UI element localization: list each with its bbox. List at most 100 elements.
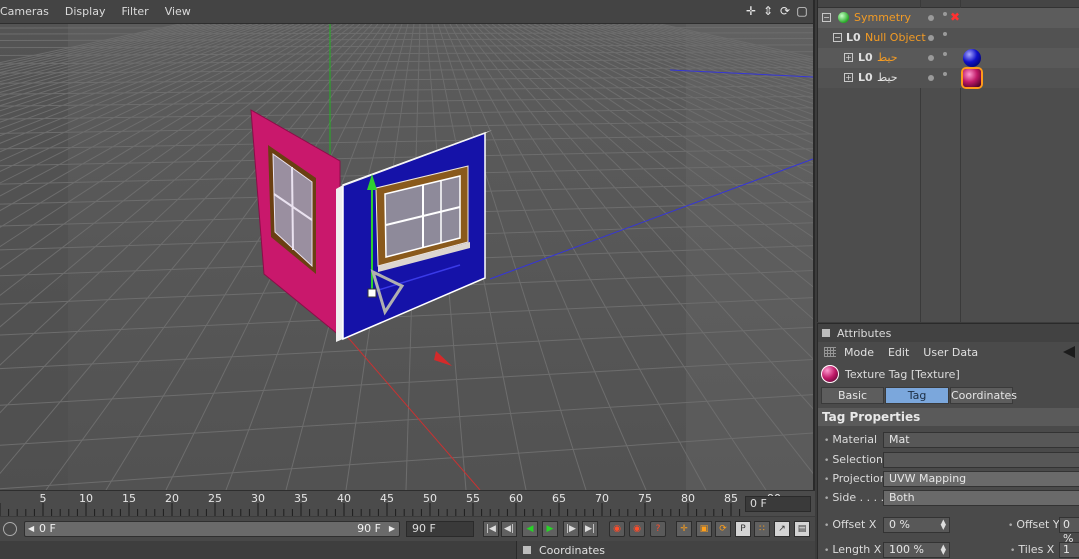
back-arrow-icon[interactable] bbox=[1063, 346, 1075, 358]
object-name[interactable]: حيط bbox=[877, 51, 898, 64]
render-visibility-dot[interactable] bbox=[943, 32, 947, 36]
goto-start-button[interactable]: |◀ bbox=[483, 521, 499, 537]
coordinates-panel-tab[interactable]: Coordinates bbox=[516, 541, 815, 559]
collapse-toggle-icon[interactable]: − bbox=[822, 13, 831, 22]
collapse-toggle-icon[interactable]: − bbox=[833, 33, 842, 42]
selection-field[interactable] bbox=[883, 452, 1079, 468]
move-view-icon[interactable]: ✛ bbox=[744, 4, 758, 18]
projection-select[interactable]: UVW Mapping bbox=[883, 471, 1079, 487]
ruler-tick-label: 5 bbox=[39, 492, 47, 505]
tiles-x-field[interactable]: 1 bbox=[1059, 542, 1079, 558]
length-row: Length X 100 % ▲▼ Tiles X 1 bbox=[818, 541, 1079, 559]
object-name[interactable]: Null Object bbox=[865, 31, 926, 44]
play-backward-button[interactable]: ◀ bbox=[522, 521, 538, 537]
object-row-null[interactable]: − L0 Null Object bbox=[818, 28, 1079, 48]
texture-tag-icon bbox=[821, 365, 839, 383]
length-x-field[interactable]: 100 % ▲ ▼ bbox=[883, 542, 950, 558]
ruler-ticks[interactable] bbox=[0, 491, 742, 517]
next-key-button[interactable]: |▶ bbox=[563, 521, 579, 537]
preview-range-slider[interactable]: ◀ 0 F 90 F ▶ bbox=[24, 521, 400, 537]
expand-toggle-icon[interactable]: + bbox=[844, 73, 853, 82]
menu-filter[interactable]: Filter bbox=[121, 5, 148, 18]
offset-y-field[interactable]: 0 % bbox=[1059, 517, 1079, 545]
material-row: Material Mat bbox=[818, 431, 1079, 449]
object-manager-toolbar bbox=[818, 0, 1079, 8]
current-frame-field[interactable]: 0 F bbox=[745, 496, 811, 512]
gizmo-center bbox=[367, 288, 377, 298]
goto-end-button[interactable]: ▶| bbox=[582, 521, 598, 537]
rotate-view-icon[interactable]: ⟳ bbox=[778, 4, 792, 18]
side-select[interactable]: Both bbox=[883, 490, 1079, 506]
polygon-object-icon: L0 bbox=[858, 71, 873, 84]
disabled-x-icon[interactable]: ✖ bbox=[950, 10, 960, 24]
spinner-icon[interactable]: ▲ ▼ bbox=[941, 519, 946, 531]
record-rotation-icon[interactable]: ⟳ bbox=[715, 521, 731, 537]
zoom-view-icon[interactable]: ⇕ bbox=[761, 4, 775, 18]
panel-grip-icon bbox=[822, 329, 830, 337]
ruler-tick-label: 80 bbox=[681, 492, 695, 505]
object-row-wall-1[interactable]: + L0 حيط bbox=[818, 48, 1079, 68]
play-forward-button[interactable]: ▶ bbox=[542, 521, 558, 537]
ruler-tick-label: 40 bbox=[337, 492, 351, 505]
render-visibility-dot[interactable] bbox=[943, 72, 947, 76]
render-visibility-dot[interactable] bbox=[943, 12, 947, 16]
autokey-icon[interactable]: ◉ bbox=[629, 521, 645, 537]
panel-grip-icon bbox=[523, 546, 531, 554]
expand-toggle-icon[interactable]: + bbox=[844, 53, 853, 62]
viewport-menubar: Cameras Display Filter View ✛ ⇕ ⟳ ▢ bbox=[0, 0, 813, 24]
pink-material-tag-icon[interactable] bbox=[963, 69, 981, 87]
tiles-x-label: Tiles X bbox=[1010, 543, 1054, 556]
timeline-window-icon[interactable]: ▤ bbox=[794, 521, 810, 537]
attributes-header: Attributes bbox=[818, 324, 1079, 342]
object-name[interactable]: Symmetry bbox=[854, 11, 911, 24]
offset-y-label: Offset Y bbox=[1008, 518, 1059, 531]
editor-visibility-dot[interactable] bbox=[928, 75, 934, 81]
blue-material-tag-icon[interactable] bbox=[963, 49, 981, 67]
record-parameter-icon[interactable]: P bbox=[735, 521, 751, 537]
menu-cameras[interactable]: Cameras bbox=[0, 5, 49, 18]
record-pla-icon[interactable]: ∷ bbox=[754, 521, 770, 537]
viewport-panel[interactable]: Cameras Display Filter View ✛ ⇕ ⟳ ▢ bbox=[0, 0, 815, 490]
range-right-arrow-icon[interactable]: ▶ bbox=[389, 524, 395, 533]
ruler-tick-label: 85 bbox=[724, 492, 738, 505]
record-scale-icon[interactable]: ▣ bbox=[696, 521, 712, 537]
keyframe-selection-icon[interactable]: ? bbox=[650, 521, 666, 537]
maximize-view-icon[interactable]: ▢ bbox=[795, 4, 809, 18]
tab-tag[interactable]: Tag bbox=[885, 387, 949, 404]
editor-visibility-dot[interactable] bbox=[928, 15, 934, 21]
range-left-arrow-icon[interactable]: ◀ bbox=[28, 524, 34, 533]
end-frame-field[interactable]: 90 F bbox=[406, 521, 474, 537]
object-row-wall-2[interactable]: + L0 حيط bbox=[818, 68, 1079, 88]
interpolation-icon[interactable]: ↗ bbox=[774, 521, 790, 537]
side-row: Side . . . . Both bbox=[818, 489, 1079, 507]
ruler-tick-label: 25 bbox=[208, 492, 222, 505]
object-row-symmetry[interactable]: − Symmetry ✖ bbox=[818, 8, 1079, 28]
material-link-field[interactable]: Mat bbox=[883, 432, 1079, 448]
menu-mode[interactable]: Mode bbox=[844, 346, 874, 359]
render-visibility-dot[interactable] bbox=[943, 52, 947, 56]
menu-user-data[interactable]: User Data bbox=[923, 346, 978, 359]
offset-x-label: Offset X bbox=[824, 518, 876, 531]
tag-properties-heading: Tag Properties bbox=[818, 408, 1079, 426]
menu-view[interactable]: View bbox=[165, 5, 191, 18]
offset-row: Offset X 0 % ▲▼ Offset Y 0 % bbox=[818, 516, 1079, 545]
editor-visibility-dot[interactable] bbox=[928, 35, 934, 41]
record-active-icon[interactable]: ◉ bbox=[609, 521, 625, 537]
timeline-settings-icon[interactable] bbox=[3, 522, 17, 536]
editor-visibility-dot[interactable] bbox=[928, 55, 934, 61]
3d-scene[interactable] bbox=[0, 24, 813, 490]
texture-tag-title: Texture Tag [Texture] bbox=[845, 367, 960, 381]
object-name[interactable]: حيط bbox=[877, 71, 898, 84]
menu-edit[interactable]: Edit bbox=[888, 346, 909, 359]
attributes-manager: Attributes Mode Edit User Data Texture T… bbox=[817, 323, 1079, 559]
tab-basic[interactable]: Basic bbox=[821, 387, 884, 404]
grid-menu-icon[interactable] bbox=[824, 347, 836, 357]
timeline-ruler[interactable]: 51015202530354045505560657075808590 0 F bbox=[0, 490, 815, 516]
offset-x-field[interactable]: 0 % ▲ ▼ bbox=[883, 517, 950, 533]
prev-key-button[interactable]: ◀| bbox=[501, 521, 517, 537]
tab-coordinates[interactable]: Coordinates bbox=[950, 387, 1017, 404]
menu-display[interactable]: Display bbox=[65, 5, 106, 18]
ruler-tick-label: 45 bbox=[380, 492, 394, 505]
spinner-icon[interactable]: ▲ ▼ bbox=[941, 544, 946, 556]
record-position-icon[interactable]: ✛ bbox=[676, 521, 692, 537]
